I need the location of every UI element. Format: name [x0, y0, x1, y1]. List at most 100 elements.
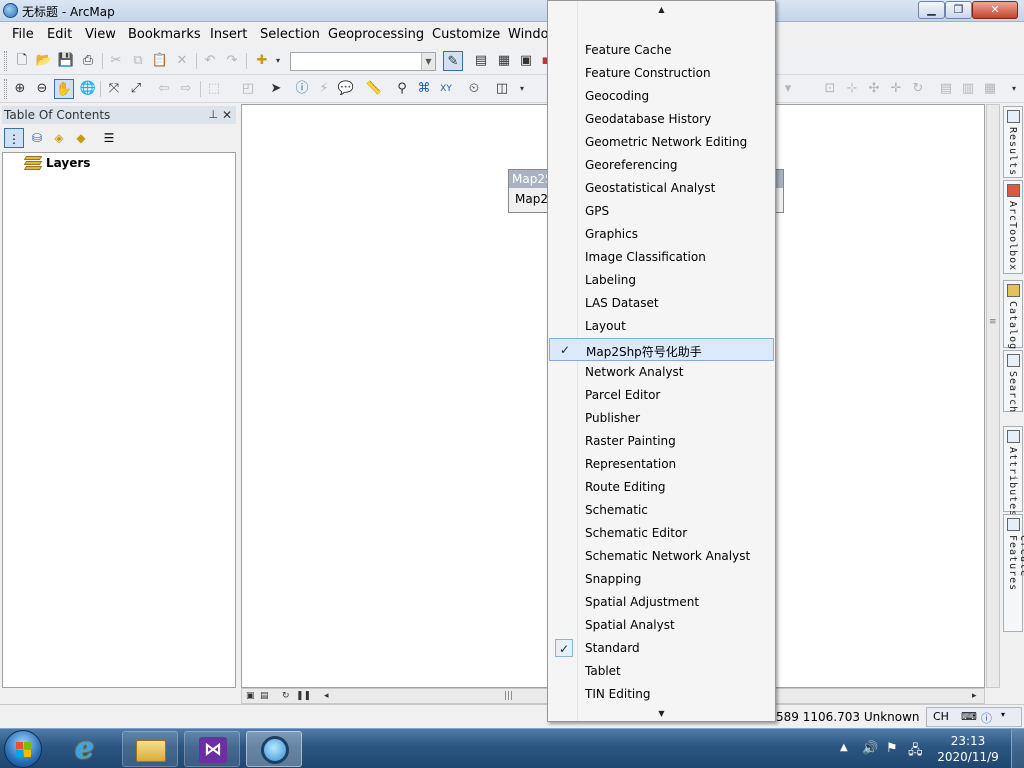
map-scale-combobox[interactable]: ▼	[290, 52, 436, 71]
list-by-drawing-order-icon[interactable]: ⋮	[4, 128, 24, 148]
menu-customize[interactable]: Customize	[432, 27, 500, 42]
menu-item-toolbar[interactable]: Geostatistical Analyst	[549, 177, 774, 200]
toolbar-options-icon[interactable]: ▾	[1004, 79, 1024, 99]
clear-selection-icon[interactable]: ◰	[238, 79, 258, 99]
catalog-window-icon[interactable]: ▦	[494, 51, 514, 71]
edit-vertices-icon[interactable]: ⊡	[820, 79, 840, 99]
open-folder-icon[interactable]: 📂	[34, 51, 54, 71]
chevron-down-icon[interactable]: ▼	[421, 53, 435, 70]
rotate-icon[interactable]: ✛	[886, 79, 906, 99]
menu-view[interactable]: View	[85, 27, 116, 42]
map2shp-button[interactable]: Map2	[515, 192, 548, 206]
reshape-icon[interactable]: ⊹	[842, 79, 862, 99]
go-to-xy-icon[interactable]: XY	[436, 79, 456, 99]
find-route-icon[interactable]: ⌘	[414, 79, 434, 99]
map-vertical-scrollbar[interactable]: ≡	[986, 104, 1000, 688]
tab-catalog[interactable]: Catalog	[1003, 280, 1023, 350]
network-icon[interactable]: 🖧	[908, 741, 923, 763]
toolbar-grip[interactable]	[4, 79, 7, 99]
show-desktop-button[interactable]	[1011, 729, 1024, 768]
data-view-icon[interactable]: ▣	[246, 689, 255, 703]
close-button[interactable]: ✕	[972, 1, 1018, 19]
menu-item-toolbar[interactable]: Feature Construction	[549, 62, 774, 85]
menu-file[interactable]: File	[12, 27, 34, 42]
scroll-right-icon[interactable]: ▸	[972, 689, 977, 703]
menu-item-toolbar[interactable]: Publisher	[549, 407, 774, 430]
select-features-icon[interactable]: ⬚	[204, 79, 224, 99]
arcmap-app-icon[interactable]	[3, 3, 18, 18]
find-binoculars-icon[interactable]: ⚲	[392, 79, 412, 99]
zoom-in-icon[interactable]: ⊕	[10, 79, 30, 99]
menu-item-toolbar[interactable]: Spatial Analyst	[549, 614, 774, 637]
paste-icon[interactable]: 📋	[150, 51, 170, 71]
menu-item-toolbar[interactable]: Route Editing	[549, 476, 774, 499]
system-clock[interactable]: 23:13 2020/11/9	[930, 733, 1006, 765]
menu-item-toolbar[interactable]: Snapping	[549, 568, 774, 591]
refresh-icon[interactable]: ↻	[282, 689, 290, 703]
menu-item-toolbar[interactable]: Schematic Editor	[549, 522, 774, 545]
menu-item-toolbar[interactable]: LAS Dataset	[549, 292, 774, 315]
keyboard-icon[interactable]: ⌨	[961, 710, 977, 723]
create-viewer-window-icon[interactable]: ◫	[492, 79, 512, 99]
fixed-zoom-in-icon[interactable]: ⤧	[104, 79, 124, 99]
menu-item-toolbar[interactable]: Network Analyst	[549, 361, 774, 384]
pause-drawing-icon[interactable]: ❚❚	[296, 689, 311, 703]
taskbar-internet-explorer[interactable]: e	[62, 731, 118, 767]
menu-bookmarks[interactable]: Bookmarks	[128, 27, 201, 42]
chevron-down-icon[interactable]: ▾	[268, 51, 288, 71]
menu-item-toolbar[interactable]: Schematic Network Analyst	[549, 545, 774, 568]
measure-icon[interactable]: 📏	[364, 79, 384, 99]
menu-item-toolbar[interactable]: Geocoding	[549, 85, 774, 108]
menu-item-toolbar[interactable]: Layout	[549, 315, 774, 338]
split-icon[interactable]: ✣	[864, 79, 884, 99]
menu-item-toolbar[interactable]: Raster Painting	[549, 430, 774, 453]
list-by-source-icon[interactable]: ⛁	[27, 128, 47, 148]
fixed-zoom-out-icon[interactable]: ⤢	[126, 79, 146, 99]
time-slider-icon[interactable]: ⏲	[464, 79, 484, 99]
tab-results[interactable]: Results	[1003, 106, 1023, 178]
menu-item-toolbar[interactable]: Representation	[549, 453, 774, 476]
data-frame-layers[interactable]: Layers	[46, 156, 90, 170]
horizontal-scroll-grip-icon[interactable]: |||	[504, 689, 513, 703]
toolbar-options-icon[interactable]: ▾	[512, 79, 532, 99]
identify-icon[interactable]: ⓘ	[292, 79, 312, 99]
list-by-selection-icon[interactable]: ◆	[71, 128, 91, 148]
tab-attributes[interactable]: Attributes	[1003, 426, 1023, 517]
menu-item-toolbar[interactable]: Georeferencing	[549, 154, 774, 177]
search-window-icon[interactable]: ▣	[516, 51, 536, 71]
menu-item-toolbar[interactable]: Tablet	[549, 660, 774, 683]
menu-item-toolbar[interactable]: Image Classification	[549, 246, 774, 269]
menu-item-toolbar[interactable]: Geodatabase History	[549, 108, 774, 131]
toolbar-grip[interactable]	[4, 51, 7, 71]
zoom-out-icon[interactable]: ⊖	[32, 79, 52, 99]
menu-selection[interactable]: Selection	[260, 27, 320, 42]
scroll-up-icon[interactable]: ▲	[548, 3, 775, 17]
maximize-button[interactable]: ❐	[945, 1, 972, 19]
menu-item-toolbar[interactable]: ✓ Standard	[549, 637, 774, 660]
redo-icon[interactable]: ↷	[222, 51, 242, 71]
tab-arctoolbox[interactable]: ArcToolbox	[1003, 180, 1023, 274]
menu-item-toolbar[interactable]: Schematic	[549, 499, 774, 522]
scroll-left-icon[interactable]: ◂	[324, 689, 329, 703]
tab-create-features[interactable]: Create Features	[1003, 514, 1024, 632]
menu-item-toolbar[interactable]: ✓ Map2Shp符号化助手	[549, 338, 774, 361]
show-hidden-icons-icon[interactable]: ▲	[840, 742, 848, 753]
back-arrow-icon[interactable]: ⇦	[154, 79, 174, 99]
cut-icon[interactable]: ✂	[106, 51, 126, 71]
toc-options-icon[interactable]: ☰	[99, 128, 119, 148]
menu-item-toolbar[interactable]: Geometric Network Editing	[549, 131, 774, 154]
undo-icon[interactable]: ↶	[200, 51, 220, 71]
start-button[interactable]	[4, 730, 42, 768]
full-extent-globe-icon[interactable]: 🌐	[78, 79, 98, 99]
volume-icon[interactable]: 🔊	[862, 741, 878, 756]
forward-arrow-icon[interactable]: ⇨	[176, 79, 196, 99]
minimize-button[interactable]: ▁	[918, 1, 945, 19]
create-features-icon[interactable]: ▦	[980, 79, 1000, 99]
menu-item-toolbar[interactable]: GPS	[549, 200, 774, 223]
menu-windows[interactable]: Windo	[508, 27, 549, 42]
scroll-down-icon[interactable]: ▼	[548, 707, 775, 721]
menu-item-toolbar[interactable]: TIN Editing	[549, 683, 774, 706]
chevron-down-icon[interactable]: ▾	[778, 79, 798, 99]
pin-icon[interactable]: ⊥	[208, 106, 218, 124]
select-elements-arrow-icon[interactable]: ➤	[266, 79, 286, 99]
